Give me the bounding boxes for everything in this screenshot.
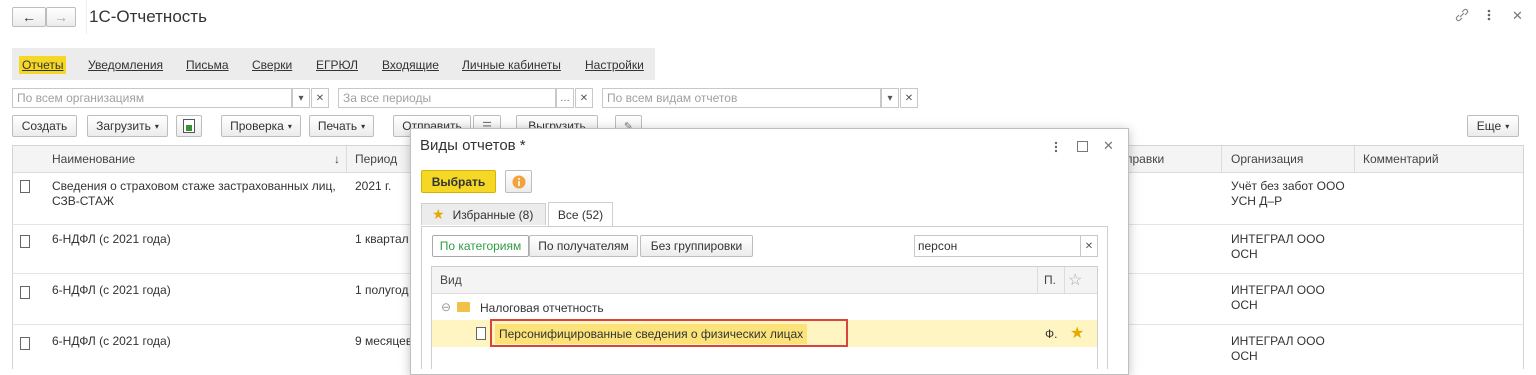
dropdown-arrow-icon: ▾ (1505, 121, 1510, 131)
column-send-date[interactable]: правки (1126, 152, 1164, 166)
collapse-icon[interactable]: ⊖ (441, 300, 451, 314)
row-period: 9 месяцев (355, 334, 413, 348)
select-button[interactable]: Выбрать (421, 170, 496, 193)
maximize-icon[interactable] (1077, 141, 1088, 152)
document-signed-icon (20, 180, 30, 193)
more-vert-icon[interactable] (1054, 141, 1058, 156)
more-vert-icon[interactable] (1487, 8, 1491, 22)
type-dropdown-button[interactable]: ▾ (881, 88, 899, 108)
star-icon[interactable]: ★ (1070, 323, 1084, 343)
org-clear-button[interactable]: ✕ (311, 88, 329, 108)
arrow-left-icon: ← (22, 9, 36, 25)
nav-incoming[interactable]: Входящие (382, 58, 439, 72)
nav-reports[interactable]: Отчеты (22, 58, 63, 72)
link-icon[interactable] (1455, 8, 1469, 22)
nav-egrul[interactable]: ЕГРЮЛ (316, 58, 358, 72)
nav-notifications[interactable]: Уведомления (88, 58, 163, 72)
row-period: 1 квартал (355, 232, 409, 246)
type-filter-input[interactable]: По всем видам отчетов (602, 88, 881, 108)
row-org-line1: Учёт без забот ООО (1231, 179, 1345, 193)
nav-reconciliations[interactable]: Сверки (252, 58, 292, 72)
org-filter-input[interactable]: По всем организациям (12, 88, 292, 108)
row-name-line2: СЗВ-СТАЖ (52, 194, 115, 208)
dropdown-arrow-icon: ▾ (154, 121, 159, 131)
nav-settings[interactable]: Настройки (585, 58, 644, 72)
item-p: Ф. (1045, 327, 1058, 341)
no-grouping-button[interactable]: Без группировки (640, 235, 753, 257)
row-period: 1 полугод (355, 283, 409, 297)
dropdown-arrow-icon: ▾ (361, 121, 366, 131)
row-name-line1: Сведения о страховом стаже застрахованны… (52, 179, 336, 193)
search-clear-button[interactable]: ✕ (1080, 235, 1098, 257)
sort-desc-icon: ↓ (334, 152, 340, 166)
info-button[interactable] (505, 170, 532, 193)
column-name[interactable]: Наименование (52, 152, 135, 166)
forward-button[interactable]: → (46, 7, 76, 27)
close-icon[interactable]: ✕ (1512, 8, 1523, 24)
page-title: 1С-Отчетность (89, 7, 207, 26)
arrow-right-icon: → (54, 9, 68, 25)
period-clear-button[interactable]: ✕ (575, 88, 593, 108)
row-org-line1: ИНТЕГРАЛ ООО (1231, 283, 1325, 297)
column-type[interactable]: Вид (440, 273, 462, 287)
star-outline-icon[interactable]: ☆ (1068, 270, 1082, 290)
type-clear-button[interactable]: ✕ (900, 88, 918, 108)
back-button[interactable]: ← (12, 7, 46, 27)
check-button[interactable]: Проверка ▾ (221, 115, 301, 137)
close-icon[interactable]: ✕ (1103, 138, 1114, 154)
row-org-line2: ОСН (1231, 247, 1258, 261)
row-org-line1: ИНТЕГРАЛ ООО (1231, 232, 1325, 246)
excel-load-button[interactable] (176, 115, 202, 137)
column-organization[interactable]: Организация (1231, 152, 1303, 166)
group-by-recipient-button[interactable]: По получателям (529, 235, 638, 257)
row-name-line1: 6-НДФЛ (с 2021 года) (52, 283, 171, 297)
folder-icon (457, 302, 470, 312)
row-name-line1: 6-НДФЛ (с 2021 года) (52, 232, 171, 246)
period-select-button[interactable]: … (556, 88, 574, 108)
nav-cabinets[interactable]: Личные кабинеты (462, 58, 561, 72)
period-filter-input[interactable]: За все периоды (338, 88, 556, 108)
dropdown-arrow-icon: ▾ (287, 121, 292, 131)
print-button[interactable]: Печать ▾ (309, 115, 374, 137)
create-button[interactable]: Создать (12, 115, 77, 137)
row-org-line2: ОСН (1231, 349, 1258, 363)
category-label: Налоговая отчетность (480, 301, 604, 315)
nav-letters[interactable]: Письма (186, 58, 229, 72)
column-comment[interactable]: Комментарий (1363, 152, 1439, 166)
star-icon: ★ (432, 206, 445, 222)
document-icon (476, 327, 486, 340)
document-icon (20, 337, 30, 350)
more-button[interactable]: Еще ▾ (1467, 115, 1519, 137)
info-icon (512, 175, 525, 188)
row-name-line1: 6-НДФЛ (с 2021 года) (52, 334, 171, 348)
excel-icon (183, 119, 195, 133)
tab-all[interactable]: Все (52) (548, 202, 613, 227)
row-org-line2: УСН Д–Р (1231, 194, 1283, 208)
load-button[interactable]: Загрузить ▾ (87, 115, 168, 137)
column-period[interactable]: Период (355, 152, 397, 166)
document-icon (20, 235, 30, 248)
column-p[interactable]: П. (1044, 273, 1056, 287)
row-period: 2021 г. (355, 179, 392, 193)
dialog-title: Виды отчетов * (420, 137, 526, 154)
document-icon (20, 286, 30, 299)
row-org-line1: ИНТЕГРАЛ ООО (1231, 334, 1325, 348)
tab-favorites[interactable]: ★ Избранные (8) (421, 203, 546, 225)
item-name: Персонифицированные сведения о физически… (499, 327, 804, 341)
search-input[interactable] (914, 235, 1081, 257)
group-by-category-button[interactable]: По категориям (432, 235, 529, 257)
row-org-line2: ОСН (1231, 298, 1258, 312)
org-dropdown-button[interactable]: ▾ (292, 88, 310, 108)
grid-header (432, 267, 1097, 294)
